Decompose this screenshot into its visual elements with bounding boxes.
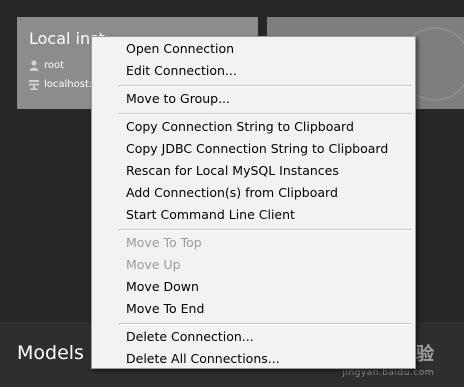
- menu-separator: [118, 323, 412, 325]
- menu-separator: [118, 113, 412, 115]
- menu-item-move-to-top[interactable]: Move To Top: [126, 232, 202, 254]
- menu-item-move-to-group[interactable]: Move to Group...: [126, 88, 230, 110]
- menu-item-add-from-clipboard[interactable]: Add Connection(s) from Clipboard: [126, 182, 338, 204]
- menu-item-copy-connection-string[interactable]: Copy Connection String to Clipboard: [126, 116, 354, 138]
- menu-item-start-cli[interactable]: Start Command Line Client: [126, 204, 295, 226]
- models-heading: Models: [17, 342, 84, 364]
- connection-user: root: [44, 60, 65, 71]
- menu-separator: [118, 229, 412, 231]
- menu-gutter: [92, 37, 116, 368]
- watermark-url: jingyan.baidu.com: [342, 368, 434, 378]
- menu-item-move-down[interactable]: Move Down: [126, 276, 199, 298]
- menu-item-move-to-end[interactable]: Move To End: [126, 298, 204, 320]
- menu-item-open-connection[interactable]: Open Connection: [126, 38, 234, 60]
- connection-host-row: localhost:3: [29, 79, 99, 90]
- menu-separator: [118, 85, 412, 87]
- context-menu: Open Connection Edit Connection... Move …: [91, 36, 416, 369]
- user-icon: [29, 60, 39, 71]
- host-icon: [29, 79, 39, 90]
- menu-item-delete-all[interactable]: Delete All Connections...: [126, 348, 280, 370]
- menu-item-delete-connection[interactable]: Delete Connection...: [126, 326, 254, 348]
- menu-item-edit-connection[interactable]: Edit Connection...: [126, 60, 237, 82]
- connection-user-row: root: [29, 60, 64, 71]
- menu-item-copy-jdbc-string[interactable]: Copy JDBC Connection String to Clipboard: [126, 138, 388, 160]
- menu-item-move-up[interactable]: Move Up: [126, 254, 181, 276]
- menu-item-rescan-local[interactable]: Rescan for Local MySQL Instances: [126, 160, 339, 182]
